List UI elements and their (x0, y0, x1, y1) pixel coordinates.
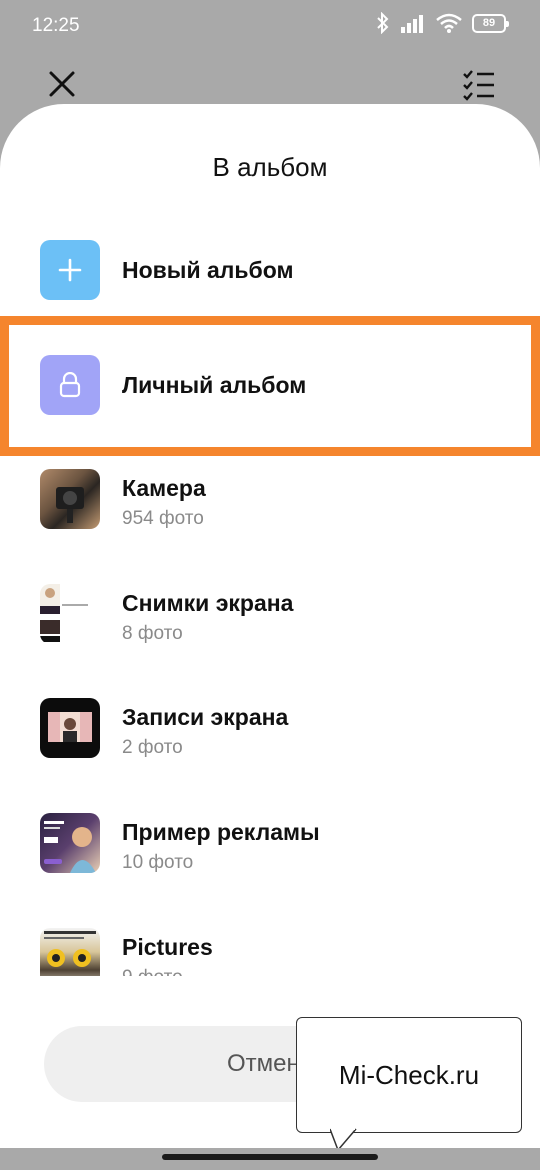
wifi-icon (436, 13, 462, 33)
close-icon[interactable] (44, 66, 80, 102)
album-row-screenshots[interactable]: Снимки экрана 8 фото (0, 574, 540, 654)
album-title: Новый альбом (122, 257, 294, 283)
bluetooth-icon (377, 12, 389, 34)
album-title: Pictures (122, 934, 213, 960)
album-row-pictures[interactable]: Pictures 9 фото (0, 918, 540, 976)
sheet-title: В альбом (212, 152, 328, 182)
status-bar: 12:25 89 (0, 0, 540, 50)
album-row-screen-recordings[interactable]: Записи экрана 2 фото (0, 688, 540, 768)
album-thumbnail (40, 698, 100, 758)
album-count: 954 фото (122, 508, 204, 529)
checklist-icon[interactable] (462, 68, 496, 102)
album-title: Пример рекламы (122, 819, 320, 845)
album-thumbnail (40, 584, 100, 644)
signal-icon (401, 15, 423, 33)
plus-icon (40, 240, 100, 300)
album-count: 2 фото (122, 737, 183, 758)
watermark-text: Mi-Check.ru (338, 1059, 480, 1090)
album-count: 9 фото (122, 967, 183, 976)
album-row-camera[interactable]: Камера 954 фото (0, 459, 540, 539)
watermark-callout: Mi-Check.ru (296, 1017, 522, 1133)
album-thumbnail (40, 469, 100, 529)
album-thumbnail (40, 813, 100, 873)
album-title: Записи экрана (122, 704, 289, 730)
album-picker-sheet: В альбом Новый альбом Личный альбом Каме… (0, 104, 540, 1148)
home-gesture-bar[interactable] (162, 1154, 378, 1160)
battery-level: 89 (482, 17, 496, 29)
status-icons: 89 (376, 12, 509, 34)
album-row-ad-example[interactable]: Пример рекламы 10 фото (0, 803, 540, 883)
highlight-frame (0, 316, 540, 456)
album-title: Камера (122, 475, 206, 501)
status-time: 12:25 (32, 15, 80, 36)
album-count: 8 фото (122, 623, 183, 644)
battery-indicator: 89 (472, 13, 509, 33)
new-album-row[interactable]: Новый альбом (0, 230, 540, 310)
album-thumbnail (40, 928, 100, 976)
album-count: 10 фото (122, 852, 194, 873)
album-title: Снимки экрана (122, 590, 294, 616)
